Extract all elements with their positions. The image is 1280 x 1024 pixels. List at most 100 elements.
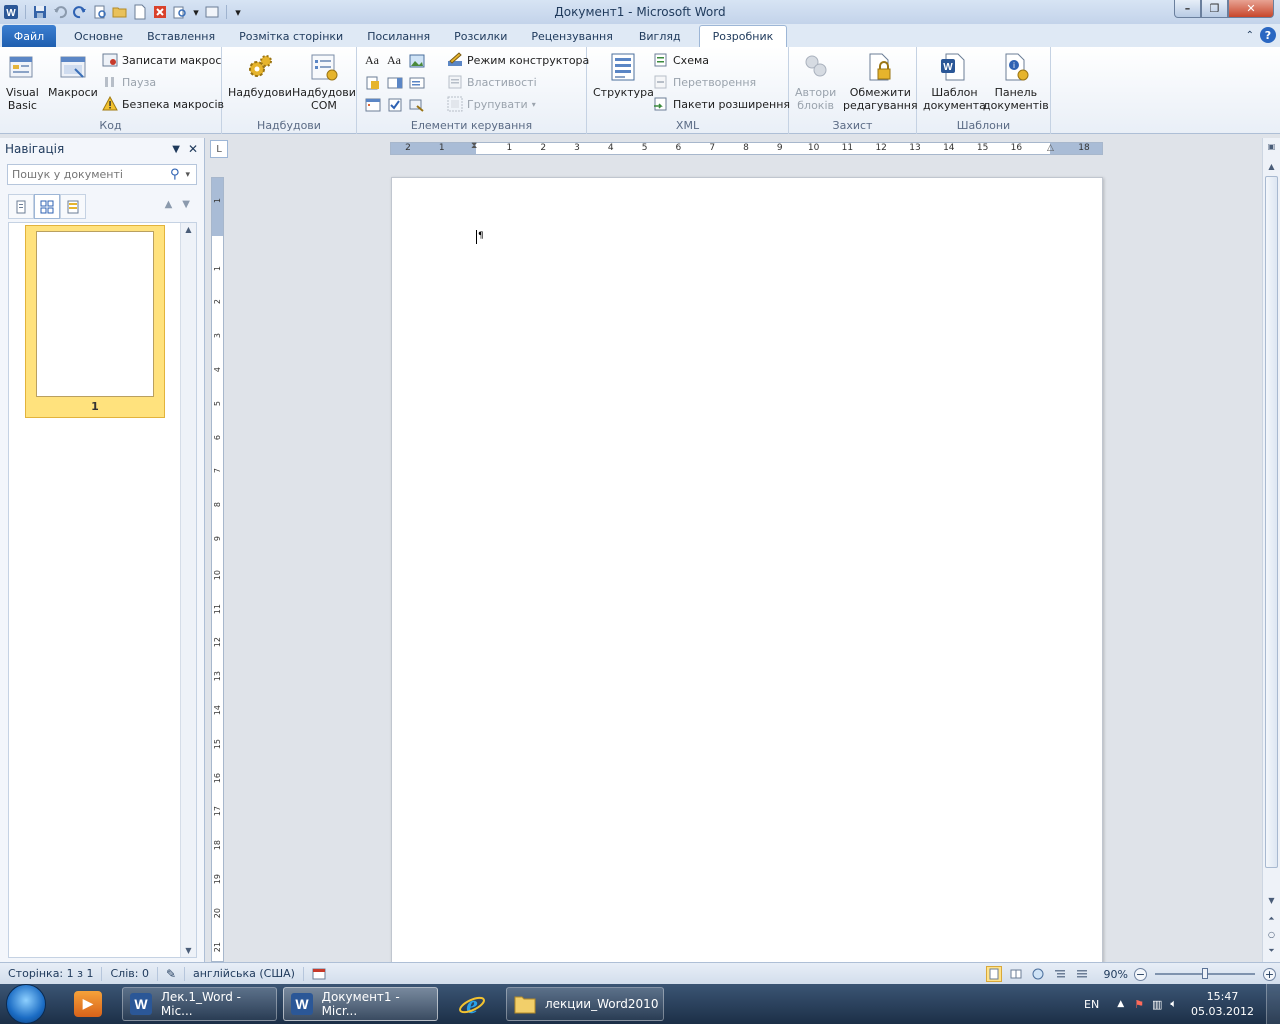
- search-input[interactable]: [12, 168, 162, 181]
- scroll-thumb[interactable]: [1265, 176, 1278, 868]
- vertical-ruler[interactable]: 1 1 2 3 4 5 6 7 8 9 10 11 12 13 14 15 16 17 18 19 20 21: [211, 177, 224, 962]
- schema-button[interactable]: Схема: [653, 51, 709, 69]
- plain-text-control-icon[interactable]: Aa: [387, 53, 403, 69]
- right-indent-marker[interactable]: △: [1047, 143, 1054, 153]
- picture-control-icon[interactable]: [409, 53, 425, 69]
- macro-recording-icon[interactable]: [304, 967, 334, 981]
- tab-insert[interactable]: Вставлення: [135, 25, 227, 47]
- checkbox-control-icon[interactable]: [387, 97, 403, 113]
- next-page-icon[interactable]: ⏷: [1263, 946, 1280, 956]
- show-hidden-icons-icon[interactable]: ▲: [1117, 999, 1124, 1009]
- chevron-down-icon[interactable]: ▾: [186, 170, 191, 180]
- language-indicator[interactable]: англійська (США): [185, 966, 304, 981]
- document-page[interactable]: ¶: [391, 177, 1103, 963]
- ruler-toggle-icon[interactable]: ▣: [1263, 142, 1280, 151]
- macros-button[interactable]: Макроси: [48, 51, 98, 99]
- volume-icon[interactable]: 🔈︎: [1170, 997, 1177, 1011]
- action-center-icon[interactable]: ⚑: [1134, 998, 1144, 1011]
- help-icon[interactable]: ?: [1260, 27, 1276, 43]
- scroll-up-arrow-icon[interactable]: ▲: [181, 225, 196, 234]
- legacy-tools-icon[interactable]: [409, 97, 425, 113]
- draft-view-icon[interactable]: [1074, 966, 1090, 982]
- transformation-button[interactable]: Перетворення: [653, 73, 756, 91]
- save-icon[interactable]: [32, 4, 48, 20]
- rich-text-control-icon[interactable]: Aa: [365, 53, 381, 69]
- zoom-out-button[interactable]: −: [1134, 967, 1147, 981]
- word-app-icon[interactable]: W: [3, 4, 19, 20]
- tab-developer[interactable]: Розробник: [698, 25, 788, 47]
- record-macro-button[interactable]: Записати макрос: [102, 51, 221, 69]
- dropdown-list-control-icon[interactable]: [409, 75, 425, 91]
- scroll-down-arrow-icon[interactable]: ▼: [181, 946, 196, 955]
- customize-qat-icon[interactable]: ▾: [233, 4, 243, 20]
- tab-browse-results[interactable]: [60, 194, 86, 219]
- structure-button[interactable]: Структура: [593, 51, 654, 99]
- proofing-icon[interactable]: ✎: [158, 966, 185, 981]
- document-template-button[interactable]: W Шаблон документа: [923, 51, 986, 112]
- restrict-editing-button[interactable]: Обмежити редагування: [843, 51, 918, 112]
- input-language[interactable]: EN: [1084, 998, 1099, 1011]
- print-layout-view-icon[interactable]: [985, 966, 1002, 982]
- undo-icon[interactable]: [52, 4, 68, 20]
- block-authors-button[interactable]: Автори блоків: [795, 51, 836, 112]
- close-document-icon[interactable]: [152, 4, 168, 20]
- tab-selector[interactable]: L: [210, 140, 228, 158]
- visual-basic-button[interactable]: Visual Basic: [6, 51, 39, 112]
- previous-page-icon[interactable]: ⏶: [1263, 914, 1280, 924]
- addins-button[interactable]: Надбудови: [228, 51, 292, 99]
- macro-security-button[interactable]: Безпека макросів: [102, 95, 224, 113]
- close-button[interactable]: ✕: [1228, 0, 1274, 18]
- tab-page-layout[interactable]: Розмітка сторінки: [227, 25, 355, 47]
- nav-options-icon[interactable]: ▼: [172, 144, 180, 155]
- open-folder-icon[interactable]: [112, 4, 128, 20]
- combo-box-control-icon[interactable]: [387, 75, 403, 91]
- pause-button[interactable]: Пауза: [102, 73, 156, 91]
- document-panel-button[interactable]: i Панель документів: [983, 51, 1049, 112]
- close-icon[interactable]: ✕: [188, 142, 198, 156]
- zoom-in-button[interactable]: +: [1263, 967, 1276, 981]
- show-desktop-button[interactable]: [1266, 984, 1280, 1024]
- maximize-button[interactable]: ❐: [1201, 0, 1228, 18]
- page-thumbnail-selected[interactable]: 1: [25, 225, 165, 418]
- date-picker-control-icon[interactable]: [365, 97, 381, 113]
- expansion-packs-button[interactable]: Пакети розширення: [653, 95, 790, 113]
- print-preview-icon[interactable]: [92, 4, 108, 20]
- properties-button[interactable]: Властивості: [447, 73, 537, 91]
- start-button[interactable]: [6, 984, 46, 1024]
- full-screen-reading-icon[interactable]: [1008, 966, 1024, 982]
- minimize-ribbon-icon[interactable]: ⌃: [1246, 30, 1254, 41]
- browse-object-icon[interactable]: ○: [1263, 930, 1280, 939]
- scroll-up-arrow-icon[interactable]: ▲: [1263, 162, 1280, 171]
- redo-icon[interactable]: [72, 4, 88, 20]
- group-button[interactable]: Групувати ▾: [447, 95, 536, 113]
- find-icon[interactable]: [172, 4, 188, 20]
- tab-file[interactable]: Файл: [2, 25, 56, 47]
- tab-browse-headings[interactable]: [8, 194, 34, 219]
- word-count[interactable]: Слів: 0: [102, 966, 158, 981]
- nav-scrollbar[interactable]: ▲ ▼: [180, 223, 196, 957]
- design-mode-button[interactable]: Режим конструктора: [447, 51, 589, 69]
- tab-home[interactable]: Основне: [56, 25, 135, 47]
- zoom-slider[interactable]: [1155, 968, 1255, 979]
- zoom-level[interactable]: 90%: [1104, 968, 1128, 981]
- network-icon[interactable]: ▥: [1152, 998, 1162, 1011]
- web-layout-icon[interactable]: [1030, 966, 1046, 982]
- indent-marker[interactable]: ⧗: [471, 141, 477, 151]
- page-count[interactable]: Сторінка: 1 з 1: [0, 966, 103, 981]
- taskbar-item-folder[interactable]: лекции_Word2010: [506, 987, 664, 1021]
- tab-review[interactable]: Рецензування: [519, 25, 624, 47]
- tab-references[interactable]: Посилання: [355, 25, 442, 47]
- clock[interactable]: 15:47 05.03.2012: [1191, 989, 1254, 1019]
- tab-view[interactable]: Вигляд: [625, 25, 699, 47]
- next-arrow-icon[interactable]: ▼: [182, 199, 190, 210]
- zoom-slider-knob[interactable]: [1202, 968, 1208, 979]
- com-addins-button[interactable]: Надбудови COM: [292, 51, 356, 112]
- taskbar-item-document1[interactable]: W Документ1 - Micr...: [283, 987, 438, 1021]
- minimize-button[interactable]: –: [1174, 0, 1201, 18]
- tab-mailings[interactable]: Розсилки: [442, 25, 519, 47]
- view-icon[interactable]: [204, 4, 220, 20]
- media-player-icon[interactable]: ▶: [74, 991, 102, 1017]
- horizontal-ruler[interactable]: 2 1 1 2 3 4 5 6 7 8 9 10 11 12 13 14 15 16 18 ⧗ △: [390, 141, 1103, 155]
- new-document-icon[interactable]: [132, 4, 148, 20]
- previous-arrow-icon[interactable]: ▲: [165, 199, 173, 210]
